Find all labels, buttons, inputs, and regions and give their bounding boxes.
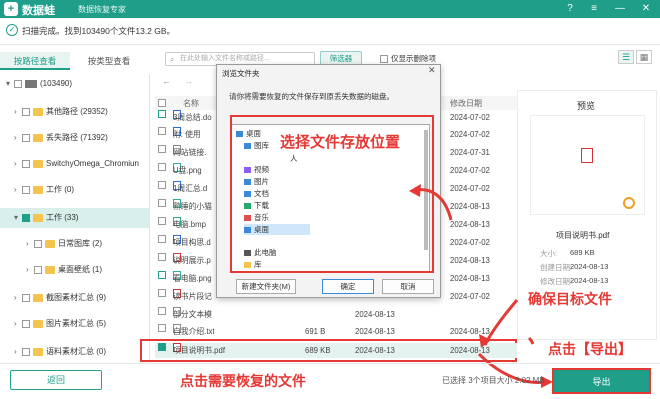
new-folder-button[interactable]: 新建文件夹(M) [236, 279, 296, 294]
annotation-arrows [409, 184, 535, 348]
created-key: 创建日期: [540, 263, 573, 272]
drive-icon [25, 79, 37, 88]
size-value: 689 KB [570, 248, 595, 257]
size-key: 大小: [540, 249, 558, 258]
scan-status: 扫描完成。找到103490个文件13.2 GB。 [22, 26, 176, 36]
preview-title: 预览 [577, 101, 596, 111]
modified-value: 2024-08-13 [570, 276, 609, 285]
annotation-confirm-file: 确保目标文件 [528, 291, 612, 307]
preview-filename: 项目说明书.pdf [556, 231, 610, 240]
tree-item[interactable]: › 图片素材汇总 (5) [14, 314, 106, 334]
folder-icon [33, 185, 43, 194]
tree-item[interactable]: ▾ (103490) [6, 74, 72, 94]
tree-item-selected[interactable]: ▾ 工作 (33) [0, 208, 150, 228]
tree-item[interactable]: › 桌面壁纸 (1) [26, 260, 102, 280]
created-value: 2024-08-13 [570, 262, 609, 271]
column-name[interactable]: 名称 [183, 98, 199, 109]
app-name: 数据蛙 [22, 5, 55, 17]
folder-icon [33, 159, 43, 168]
zoom-icon[interactable] [623, 197, 635, 209]
app-logo-icon: + [4, 2, 18, 16]
dialog-title: 浏览文件夹 [222, 69, 260, 78]
deleted-only-toggle[interactable]: 仅显示删除项 [380, 53, 436, 64]
divider [0, 363, 660, 364]
ok-button[interactable]: 确定 [322, 279, 374, 294]
tree-item[interactable]: › 丢失路径 (71392) [14, 128, 108, 148]
modified-key: 修改日期: [540, 277, 573, 286]
tree-item[interactable]: › 截图素材汇总 (9) [14, 288, 106, 308]
pdf-file-icon [581, 148, 593, 163]
tree-item[interactable]: › 工作 (0) [14, 180, 74, 200]
checkbox[interactable] [380, 55, 388, 64]
grid-view-icon[interactable]: ▦ [636, 50, 652, 64]
app-subtitle: 数据恢复专家 [78, 5, 126, 14]
dialog-message: 请你将需要恢复的文件保存到原丢失数据的磁盘。 [229, 92, 394, 101]
check-icon: ✓ [6, 24, 18, 36]
annotation-click-export: 点击【导出】 [548, 341, 632, 357]
deleted-only-label: 仅显示删除项 [391, 54, 436, 63]
annotation-choose-location: 选择文件存放位置 [280, 134, 401, 151]
minimize-icon[interactable]: — [610, 1, 630, 17]
folder-tree: ▾ (103490) › 其他路径 (29352) › 丢失路径 (71392) › S… [0, 74, 150, 364]
select-all-checkbox[interactable] [158, 99, 166, 107]
help-icon[interactable]: ? [560, 1, 580, 17]
folder-icon [33, 293, 43, 302]
export-button[interactable]: 导出 [552, 368, 651, 394]
back-arrow-icon[interactable]: ← [162, 76, 171, 86]
folder-icon [33, 319, 43, 328]
close-icon[interactable]: ✕ [636, 1, 656, 17]
tree-item[interactable]: › 日常图库 (2) [26, 234, 102, 254]
divider [0, 44, 660, 45]
menu-icon[interactable]: ≡ [584, 1, 604, 17]
tree-item[interactable]: › 其他路径 (29352) [14, 102, 108, 122]
folder-icon [33, 213, 43, 222]
column-modified[interactable]: 修改日期 [450, 98, 482, 109]
folder-icon [33, 107, 43, 116]
folder-icon [33, 347, 43, 356]
list-view-icon[interactable]: ☰ [618, 50, 634, 64]
forward-arrow-icon[interactable]: → [184, 76, 193, 86]
back-button[interactable]: 返回 [10, 370, 102, 390]
annotation-click-file: 点击需要恢复的文件 [180, 373, 306, 389]
tree-item[interactable]: › 语料素材汇总 (0) [14, 342, 106, 362]
dialog-close-icon[interactable]: ✕ [428, 65, 436, 76]
folder-icon [45, 239, 55, 248]
tree-item[interactable]: › SwitchyOmega_Chromiun [14, 154, 139, 174]
folder-icon [45, 265, 55, 274]
tab-by-path[interactable]: 按路径查看 [0, 52, 70, 70]
tab-by-type[interactable]: 按类型查看 [74, 52, 144, 70]
selection-summary: 已选择 3个项目大小 2.02 MB [442, 376, 545, 385]
folder-icon [33, 133, 43, 142]
